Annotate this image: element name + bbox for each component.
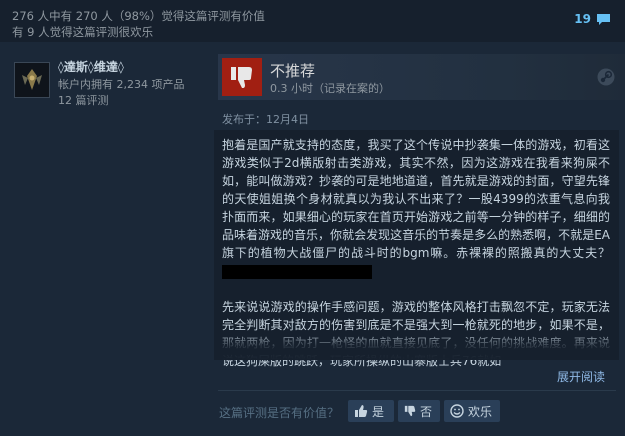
comment-icon <box>597 13 610 25</box>
thumbs-down-small-icon <box>404 405 416 417</box>
posted-date: 发布于：12月4日 <box>222 113 309 126</box>
vote-no-button[interactable]: 否 <box>398 400 440 422</box>
comment-count: 19 <box>574 12 591 26</box>
author-games-owned[interactable]: 帐户内拥有 2,234 项产品 <box>58 76 184 92</box>
divider <box>218 390 616 391</box>
funny-summary: 有 9 人觉得这篇评测很欢乐 <box>12 25 154 39</box>
thumbs-down-badge <box>222 58 262 96</box>
recommendation-header: 不推荐 0.3 小时（记录在案的） <box>218 54 625 100</box>
vote-question: 这篇评测是否有价值？ <box>219 406 340 420</box>
vote-yes-button[interactable]: 是 <box>348 400 394 422</box>
thumbs-down-icon <box>231 67 252 88</box>
review-helpful-bar: 276 人中有 270 人（98%）觉得这篇评测有价值 有 9 人觉得这篇评测很… <box>0 0 625 42</box>
review-content: 抱着是国产就支持的态度，我买了这个传说中抄袭集一体的游戏，初看这游戏类似于2d横… <box>214 130 619 368</box>
author-review-count[interactable]: 12 篇评测 <box>58 92 109 108</box>
vote-no-label: 否 <box>419 404 432 419</box>
review-paragraph-1: 抱着是国产就支持的态度，我买了这个传说中抄袭集一体的游戏，初看这游戏类似于2d横… <box>222 136 610 280</box>
playtime-hours: 0.3 小时（记录在案的） <box>270 82 390 95</box>
vote-funny-label: 欢乐 <box>468 404 493 419</box>
thumbs-up-icon <box>355 405 368 417</box>
recommendation-verdict: 不推荐 <box>270 62 316 80</box>
spoiler-block[interactable] <box>222 264 372 279</box>
avatar-emblem-icon <box>15 63 49 97</box>
vote-funny-button[interactable]: 欢乐 <box>444 400 500 422</box>
helpful-summary: 276 人中有 270 人（98%）觉得这篇评测有价值 <box>12 9 265 23</box>
author-name[interactable]: ◊達斯◊维達◊ <box>58 58 124 75</box>
steam-logo-icon <box>597 68 615 86</box>
vote-yes-label: 是 <box>372 404 385 419</box>
comments-link[interactable]: 19 <box>574 12 611 26</box>
text-fade-overlay <box>214 330 619 360</box>
smiley-icon <box>450 404 464 418</box>
review-paragraph-1-text: 抱着是国产就支持的态度，我买了这个传说中抄袭集一体的游戏，初看这游戏类似于2d横… <box>222 138 610 260</box>
avatar[interactable] <box>14 62 50 98</box>
expand-review-link[interactable]: 展开阅读 <box>557 368 605 385</box>
author-panel: ◊達斯◊维達◊ 帐户内拥有 2,234 项产品 12 篇评测 <box>0 42 212 436</box>
